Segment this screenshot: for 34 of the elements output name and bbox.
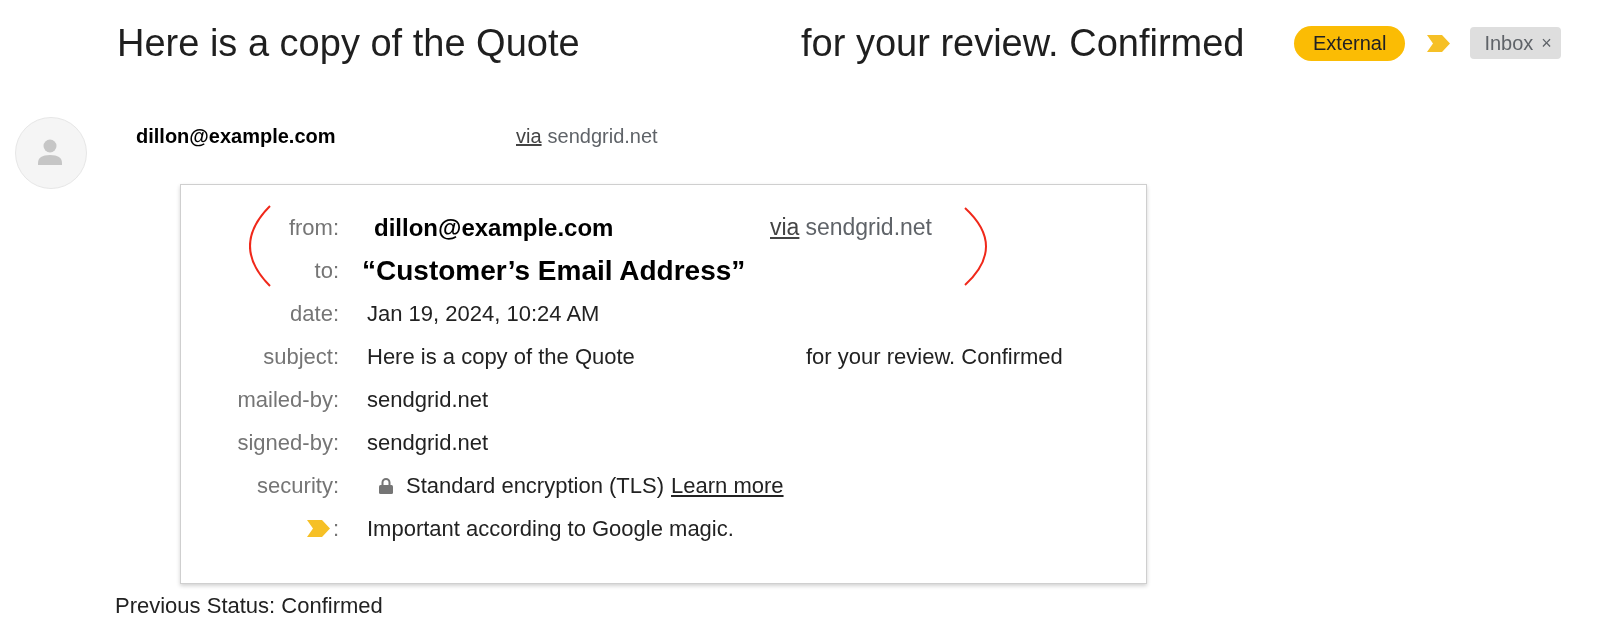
field-label: to:: [314, 257, 339, 285]
avatar-icon: [15, 117, 87, 189]
chip-label: Inbox: [1484, 31, 1534, 56]
field-label: mailed-by:: [237, 386, 339, 414]
field-value: Jan 19, 2024, 10:24 AM: [367, 300, 600, 328]
recipient-name: “Customer’s Email Address”: [362, 253, 746, 288]
field-value: Standard encryption (TLS): [406, 472, 665, 500]
field-value: Important according to Google magic.: [367, 515, 734, 543]
via-link[interactable]: via: [770, 210, 800, 245]
label-chip[interactable]: Inbox ×: [1470, 27, 1561, 59]
sender-email: dillon@example.com: [136, 125, 336, 147]
field-label: date:: [290, 300, 339, 328]
sender-domain: sendgrid.net: [547, 125, 658, 147]
status-note: Previous Status: Confirmed: [115, 593, 383, 618]
field-label: from:: [288, 214, 339, 242]
remove-label-button[interactable]: ×: [1541, 34, 1552, 52]
sender-email: dillon@example.com: [374, 213, 614, 241]
field-value: sendgrid.net: [367, 386, 489, 414]
learn-more-link[interactable]: Learn more: [671, 469, 784, 502]
field-value: sendgrid.net: [367, 429, 489, 457]
lock-icon: [379, 477, 393, 494]
field-value: for your review. Confirmed: [806, 344, 1063, 369]
field-label: subject:: [263, 343, 339, 371]
field-label: signed-by:: [237, 429, 339, 457]
via-link[interactable]: via: [516, 125, 542, 147]
label-badge[interactable]: External: [1294, 25, 1406, 61]
field-value: Here is a copy of the Quote: [367, 344, 635, 369]
subject-title: for your review. Confirmed: [801, 21, 1245, 64]
sender-domain: sendgrid.net: [805, 213, 932, 243]
field-label: :: [332, 515, 339, 543]
importance-marker-icon: [1427, 34, 1451, 52]
subject-title: Here is a copy of the Quote: [117, 21, 580, 64]
importance-marker-icon: [306, 520, 330, 537]
field-label: security:: [257, 472, 339, 500]
